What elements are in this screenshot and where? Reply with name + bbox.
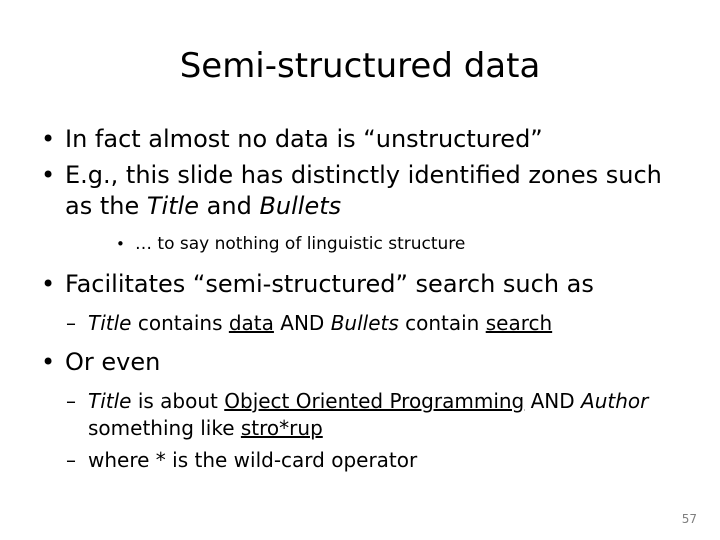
sub-bullet-text-part: contain	[398, 311, 486, 335]
sub-bullet-text: where * is the wild-card operator	[88, 448, 418, 472]
sub-bullet-text: … to say nothing of linguistic structure	[135, 234, 466, 254]
underline-search: search	[485, 311, 553, 335]
dash-glyph-icon: –	[66, 448, 76, 472]
bullet-text: Or even	[65, 348, 161, 376]
bullet-glyph-icon: •	[41, 161, 56, 189]
bullet-glyph-icon: •	[41, 270, 56, 298]
sub-bullet-text-part: AND	[524, 389, 582, 413]
bullet-text: Facilitates “semi-structured” search suc…	[65, 270, 594, 298]
bullet-glyph-icon: •	[116, 235, 125, 253]
slide-page-number: 57	[681, 512, 697, 526]
underline-strorup: stro*rup	[240, 416, 323, 440]
bullet-text: In fact almost no data is “unstructured”	[65, 125, 543, 153]
underline-data: data	[228, 311, 274, 335]
sub-bullet-text-part: is about	[131, 389, 225, 413]
slide: Semi-structured data • In fact almost no…	[0, 0, 720, 540]
sub-bullet-item-title-contains: – Title contains data AND Bullets contai…	[28, 310, 692, 337]
sub-bullet-item-title-about: – Title is about Object Oriented Program…	[28, 388, 692, 442]
emphasis-title: Title	[88, 311, 132, 335]
emphasis-bullets: Bullets	[259, 192, 342, 220]
sub-bullet-text-part: something like	[88, 416, 241, 440]
dash-glyph-icon: –	[66, 389, 76, 413]
underline-object-oriented-programming: Object Oriented Programming	[224, 389, 525, 413]
bullet-item-unstructured: • In fact almost no data is “unstructure…	[28, 124, 692, 155]
bullet-glyph-icon: •	[41, 125, 56, 153]
emphasis-author: Author	[581, 389, 649, 413]
sub-bullet-item-wildcard: – where * is the wild-card operator	[28, 447, 692, 474]
emphasis-bullets: Bullets	[330, 311, 399, 335]
bullet-item-or-even: • Or even	[28, 347, 692, 378]
emphasis-title: Title	[146, 192, 200, 220]
sub-bullet-item-linguistic: • … to say nothing of linguistic structu…	[28, 232, 692, 256]
bullet-text-part: and	[199, 192, 260, 220]
bullet-item-zones: • E.g., this slide has distinctly identi…	[28, 160, 692, 222]
sub-bullet-text-part: AND	[273, 311, 331, 335]
bullet-item-facilitates: • Facilitates “semi-structured” search s…	[28, 269, 692, 300]
sub-bullet-text-part: contains	[131, 311, 229, 335]
slide-title: Semi-structured data	[179, 46, 541, 86]
slide-body: • In fact almost no data is “unstructure…	[28, 124, 692, 474]
bullet-glyph-icon: •	[41, 348, 56, 376]
emphasis-title: Title	[88, 389, 132, 413]
dash-glyph-icon: –	[66, 311, 76, 335]
